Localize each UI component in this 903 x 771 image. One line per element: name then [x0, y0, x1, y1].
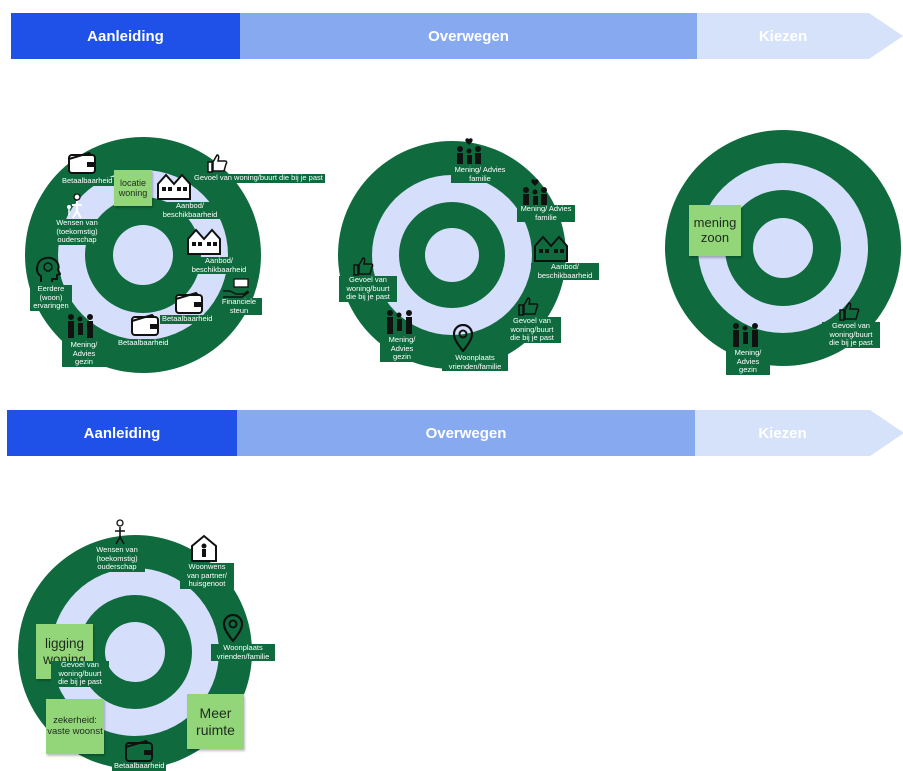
thumbs-up-icon — [518, 297, 539, 316]
family-icon — [387, 310, 412, 334]
label-financiele-steun: Financiele steun — [216, 297, 262, 315]
house-person-icon — [191, 534, 217, 562]
wallet-icon — [131, 313, 159, 336]
label-betaalbaarheid: Betaalbaarheid — [160, 314, 215, 324]
label-mening-gezin: Mening/ Advies gezin — [380, 335, 424, 362]
head-idea-icon — [36, 256, 61, 282]
label-gevoel: Gevoel van woning/buurt die bij je past — [822, 321, 880, 348]
label-aanbod: Aanbod/ beschikbaarheid — [185, 256, 253, 274]
hand-money-icon — [223, 278, 250, 298]
sticky-note-locatie-woning: locatie woning — [114, 170, 152, 206]
houses-icon — [187, 228, 221, 255]
label-betaalbaarheid: Betaalbaarheid — [116, 338, 171, 348]
label-eerdere: Eerdere (woon) ervaringen — [30, 284, 72, 311]
wallet-icon — [125, 739, 153, 762]
label-betaalbaarheid: Betaalbaarheid — [60, 176, 115, 186]
thumbs-up-icon — [207, 154, 228, 173]
label-woonwens: Woonwens van partner/ huisgenoot — [180, 562, 234, 589]
houses-icon — [534, 235, 568, 262]
sticky-note-meer-ruimte: Meer ruimte — [187, 694, 244, 749]
label-gevoel: Gevoel van woning/buurt die bij je past — [339, 275, 397, 302]
label-wensen: Wensen van (toekomstig) ouderschap — [89, 545, 145, 572]
label-aanbod: Aanbod/ beschikbaarheid — [156, 201, 224, 219]
label-woonplaats: Woonplaats vrienden/familie — [442, 353, 508, 371]
label-gevoel: Gevoel van woning/buurt die bij je past — [192, 173, 325, 183]
wallet-icon — [68, 151, 96, 174]
label-mening-gezin: Mening/ Advies gezin — [62, 340, 106, 367]
wallet-icon — [175, 291, 203, 314]
label-mening-gezin: Mening/ Advies gezin — [726, 348, 770, 375]
thumbs-up-icon — [353, 257, 374, 276]
family-icon — [733, 323, 758, 347]
houses-icon — [157, 173, 191, 200]
person-child-icon — [67, 193, 82, 219]
location-pin-icon — [452, 324, 474, 352]
person-child-icon — [115, 519, 125, 545]
location-pin-icon — [222, 614, 244, 642]
targets-svg — [18, 130, 901, 769]
sticky-note-zekerheid: zekerheid: vaste woonst — [46, 699, 104, 754]
label-betaalbaarheid: Betaalbaarheid — [112, 761, 167, 771]
label-wensen: Wensen van (toekomstig) ouderschap — [49, 218, 105, 245]
label-mening-familie: Mening/ Advies familie — [451, 165, 509, 183]
family-heart-icon — [523, 179, 547, 205]
label-woonplaats: Woonplaats vrienden/familie — [211, 643, 275, 661]
family-icon — [68, 314, 93, 338]
label-gevoel: Gevoel van woning/buurt die bij je past — [503, 316, 561, 343]
label-aanbod: Aanbod/ beschikbaarheid — [531, 262, 599, 280]
family-heart-icon — [457, 138, 481, 164]
label-mening-familie: Mening/ Advies familie — [517, 204, 575, 222]
thumbs-up-icon — [839, 302, 860, 321]
label-gevoel: Gevoel van woning/buurt die bij je past — [51, 660, 109, 687]
sticky-note-mening-zoon: mening zoon — [689, 205, 741, 256]
